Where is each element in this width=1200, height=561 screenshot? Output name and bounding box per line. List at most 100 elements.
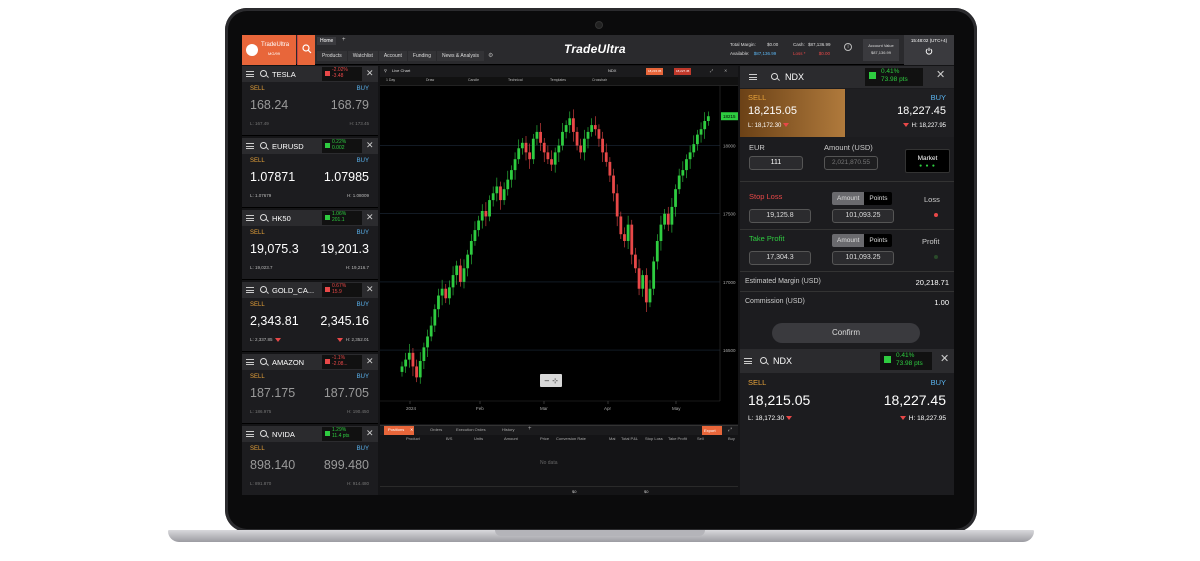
sell-button[interactable]: SELL 187.175 L: 186.975 xyxy=(242,371,309,423)
technical-select[interactable]: Technical xyxy=(508,78,523,82)
sell-button[interactable]: SELL 898.140 L: 891.870 xyxy=(242,443,309,495)
buy-button[interactable]: BUY 899.480 H: 914.480 xyxy=(310,443,377,495)
quote-sell-button[interactable]: SELL 18,215.05 L: 18,172.30 xyxy=(740,374,844,426)
chart-tab-label[interactable]: Live Chart xyxy=(392,68,410,73)
buy-button[interactable]: BUY 168.79 H: 173.45 xyxy=(310,83,377,135)
take-profit-label[interactable]: Take Profit xyxy=(749,234,784,243)
symbol-label[interactable]: HK50 xyxy=(272,214,291,223)
close-icon[interactable]: ✕ xyxy=(366,69,374,78)
stop-loss-amount[interactable]: 101,093.25 xyxy=(832,209,894,223)
column-header[interactable]: Conversion Rate xyxy=(556,436,586,441)
take-profit-mode-toggle[interactable]: Amount Points xyxy=(832,234,893,247)
order-buy-button[interactable]: BUY 18,227.45 H: 18,227.95 xyxy=(846,89,954,137)
sell-button[interactable]: SELL 2,343.81 L: 2,337.85 xyxy=(242,299,309,351)
expand-icon[interactable]: ⤢ xyxy=(728,427,732,433)
menu-icon[interactable] xyxy=(246,431,254,437)
quantity-input[interactable]: 111 xyxy=(749,156,803,170)
symbol-label[interactable]: NVIDA xyxy=(272,430,295,439)
chart-mini-sell[interactable]: 18,215.05 xyxy=(646,68,664,75)
menu-icon[interactable] xyxy=(749,74,757,80)
column-header[interactable]: Mai xyxy=(609,436,615,441)
search-icon[interactable] xyxy=(771,73,778,80)
timeframe-select[interactable]: 1 Day xyxy=(386,78,395,82)
add-tab-button[interactable]: + xyxy=(342,37,346,43)
take-profit-input[interactable]: 17,304.3 xyxy=(749,251,811,265)
close-icon[interactable]: ✕ xyxy=(724,68,727,73)
market-order-button[interactable]: Market ● ● ● xyxy=(905,149,950,173)
column-header[interactable]: Price xyxy=(540,436,549,441)
symbol-label[interactable]: GOLD_CA... xyxy=(272,286,314,295)
sell-button[interactable]: SELL 1.07871 L: 1.07679 xyxy=(242,155,309,207)
menu-icon[interactable] xyxy=(246,359,254,365)
quote-symbol[interactable]: NDX xyxy=(773,356,792,366)
amount-input[interactable]: 2,021,870.55 xyxy=(824,156,878,170)
search-icon[interactable] xyxy=(260,214,267,221)
menu-icon[interactable] xyxy=(246,287,254,293)
close-icon[interactable]: ✕ xyxy=(936,70,945,81)
nav-watchlist[interactable]: Watchlist xyxy=(347,51,378,61)
search-icon[interactable] xyxy=(260,286,267,293)
column-header[interactable]: Amount xyxy=(504,436,518,441)
buy-button[interactable]: BUY 2,345.16 H: 2,352.01 xyxy=(310,299,377,351)
menu-icon[interactable] xyxy=(246,215,254,221)
close-icon[interactable]: ✕ xyxy=(366,141,374,150)
confirm-button[interactable]: Confirm xyxy=(772,323,920,343)
tab-execution-orders[interactable]: Execution Ordes xyxy=(456,427,486,432)
nav-funding[interactable]: Funding xyxy=(407,51,436,61)
close-icon[interactable]: ✕ xyxy=(366,213,374,222)
symbol-label[interactable]: AMAZON xyxy=(272,358,304,367)
buy-button[interactable]: BUY 187.705 H: 190.450 xyxy=(310,371,377,423)
zoom-minus-plus-icon[interactable]: − ⊹ xyxy=(544,377,558,385)
search-icon[interactable] xyxy=(260,142,267,149)
symbol-label[interactable]: TESLA xyxy=(272,70,296,79)
sell-button[interactable]: SELL 19,075.3 L: 19,023.7 xyxy=(242,227,309,279)
column-header[interactable]: Units xyxy=(474,436,483,441)
chart-mini-buy[interactable]: 18,227.45 xyxy=(674,68,692,75)
column-header[interactable]: Take Profit xyxy=(668,436,687,441)
buy-button[interactable]: BUY 19,201.3 H: 19,216.7 xyxy=(310,227,377,279)
order-symbol[interactable]: NDX xyxy=(785,72,804,82)
nav-news-analysis[interactable]: News & Analysis xyxy=(437,51,484,61)
sell-button[interactable]: SELL 168.24 L: 167.49 xyxy=(242,83,309,135)
points-toggle[interactable]: Points xyxy=(864,234,893,247)
amount-toggle[interactable]: Amount xyxy=(832,234,865,247)
expand-icon[interactable]: ⤢ xyxy=(710,68,713,73)
search-button[interactable] xyxy=(297,35,315,65)
add-tab-button[interactable]: + xyxy=(528,426,532,432)
search-icon[interactable] xyxy=(760,357,767,364)
nav-account[interactable]: Account xyxy=(378,51,407,61)
stop-loss-mode-toggle[interactable]: Amount Points xyxy=(832,192,893,205)
close-icon[interactable]: ✕ xyxy=(366,285,374,294)
account-button[interactable]: TradeUltra MG/99 xyxy=(242,35,296,65)
symbol-label[interactable]: EURUSD xyxy=(272,142,304,151)
buy-button[interactable]: BUY 1.07985 H: 1.08009 xyxy=(310,155,377,207)
column-header[interactable]: B/S xyxy=(446,436,452,441)
search-icon[interactable] xyxy=(260,358,267,365)
tab-orders[interactable]: Orders xyxy=(430,427,442,432)
order-sell-button[interactable]: SELL 18,215.05 L: 18,172.30 xyxy=(740,89,845,137)
price-chart[interactable]: 18000 17500 17000 16500 18215 2024 Feb Mar Apr Ma… xyxy=(380,86,738,424)
points-toggle[interactable]: Points xyxy=(864,192,893,205)
quote-buy-button[interactable]: BUY 18,227.45 H: 18,227.95 xyxy=(845,374,954,426)
close-icon[interactable]: ✕ xyxy=(366,429,374,438)
search-icon[interactable] xyxy=(260,430,267,437)
search-icon[interactable] xyxy=(260,70,267,77)
stop-loss-label[interactable]: Stop Loss xyxy=(749,192,782,201)
draw-select[interactable]: Draw xyxy=(426,78,434,82)
stop-loss-input[interactable]: 19,125.8 xyxy=(749,209,811,223)
column-header[interactable]: Buy xyxy=(728,436,735,441)
info-icon[interactable]: i xyxy=(844,43,852,51)
tab-history[interactable]: History xyxy=(502,427,514,432)
amount-toggle[interactable]: Amount xyxy=(832,192,865,205)
column-header[interactable]: Total P&L xyxy=(621,436,638,441)
close-icon[interactable]: ✕ xyxy=(410,427,413,432)
crosshair-toggle[interactable]: Crosshair xyxy=(592,78,607,82)
nav-products[interactable]: Products xyxy=(317,51,347,61)
menu-icon[interactable] xyxy=(246,71,254,77)
chart-search-icon[interactable]: ⚲ xyxy=(384,68,387,73)
power-icon[interactable] xyxy=(925,47,933,55)
templates-select[interactable]: Templates xyxy=(550,78,566,82)
column-header[interactable]: Product xyxy=(406,436,420,441)
menu-icon[interactable] xyxy=(246,143,254,149)
gear-icon[interactable]: ⚙ xyxy=(485,51,496,61)
